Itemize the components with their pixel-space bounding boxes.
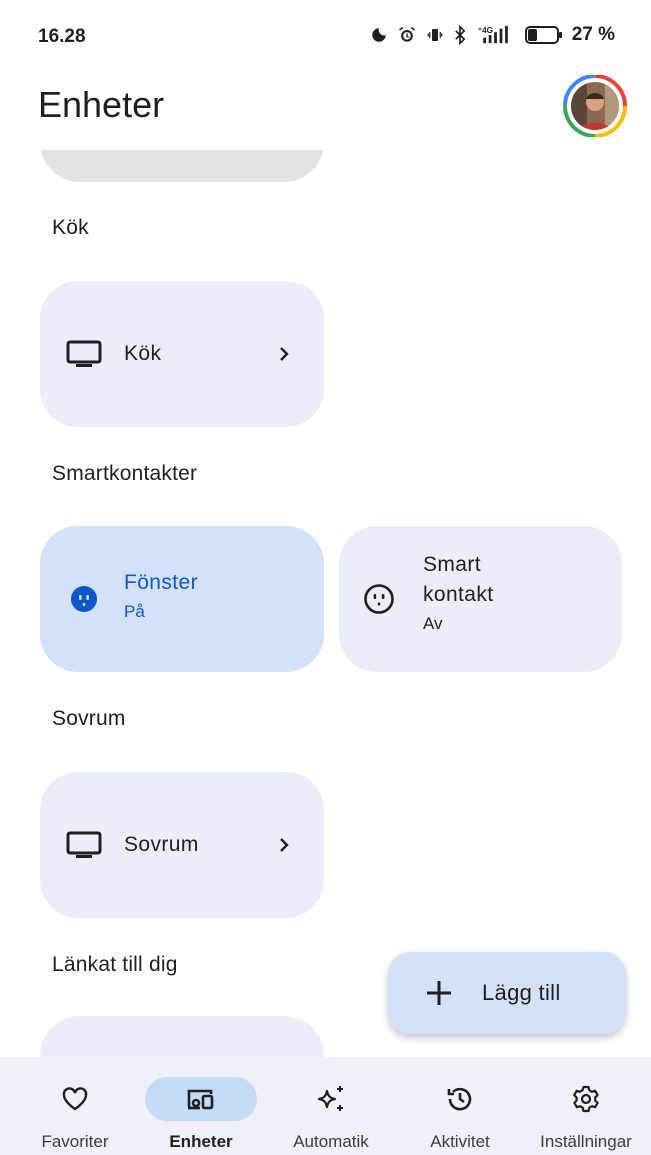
nav-label: Aktivitet bbox=[430, 1132, 490, 1151]
nav-label: Enheter bbox=[169, 1132, 233, 1151]
outlet-on-icon bbox=[66, 581, 102, 617]
account-avatar[interactable] bbox=[557, 74, 633, 138]
room-card-sovrum[interactable]: Sovrum bbox=[40, 772, 324, 918]
room-card-label: Kök bbox=[124, 342, 162, 365]
sparkle-icon bbox=[317, 1086, 343, 1111]
plug-card-smart-kontakt[interactable]: Smart kontakt Av bbox=[339, 526, 622, 672]
nav-item-favoriter[interactable]: Favoriter bbox=[10, 1057, 140, 1155]
nav-pill bbox=[19, 1077, 131, 1121]
battery-percent: 27 % bbox=[571, 24, 615, 45]
gear-icon bbox=[573, 1085, 599, 1113]
plug-card-fonster[interactable]: Fönster På bbox=[40, 526, 324, 672]
chevron-right-icon bbox=[280, 347, 289, 361]
nav-item-enheter[interactable]: Enheter bbox=[136, 1057, 266, 1155]
nav-item-automatik[interactable]: Automatik bbox=[266, 1057, 396, 1155]
history-icon bbox=[447, 1087, 472, 1111]
section-title-kok: Kök bbox=[52, 216, 89, 239]
nav-pill bbox=[275, 1077, 387, 1121]
bluetooth-icon bbox=[454, 25, 466, 45]
plug-name: Fönster bbox=[124, 571, 198, 594]
section-title-linked: Länkat till dig bbox=[52, 953, 178, 976]
nav-pill bbox=[145, 1077, 257, 1121]
section-title-sovrum: Sovrum bbox=[52, 707, 126, 730]
plug-name-line2: kontakt bbox=[423, 583, 494, 606]
signal-4g-icon: ⁺4G bbox=[478, 25, 508, 44]
add-device-button[interactable]: Lägg till bbox=[388, 952, 626, 1034]
chevron-right-icon bbox=[280, 838, 289, 852]
page-title: Enheter bbox=[38, 84, 165, 125]
add-device-label: Lägg till bbox=[482, 980, 561, 1005]
nav-item-installningar[interactable]: Inställningar bbox=[521, 1057, 651, 1155]
vibrate-icon bbox=[427, 29, 443, 41]
alarm-icon bbox=[398, 26, 415, 42]
nav-label: Automatik bbox=[293, 1132, 369, 1151]
plug-state: På bbox=[124, 602, 145, 621]
status-icons: ⁺4G 27 % bbox=[370, 24, 615, 46]
nav-item-aktivitet[interactable]: Aktivitet bbox=[395, 1057, 525, 1155]
section-title-smartkontakter: Smartkontakter bbox=[52, 462, 198, 485]
outlet-off-icon bbox=[361, 581, 397, 617]
room-card-label: Sovrum bbox=[124, 833, 199, 856]
nav-label: Favoriter bbox=[41, 1132, 109, 1151]
nav-pill bbox=[404, 1077, 516, 1121]
status-bar: 16.28 ⁺4G 27 % bbox=[0, 0, 651, 76]
plug-name-line1: Smart bbox=[423, 553, 482, 576]
room-card-kok[interactable]: Kök bbox=[40, 281, 324, 427]
nav-label: Inställningar bbox=[540, 1132, 632, 1151]
bottom-navigation: Favoriter Enheter Automatik Aktivitet In… bbox=[0, 1057, 651, 1155]
devices-icon bbox=[187, 1089, 214, 1110]
plug-state: Av bbox=[423, 614, 443, 633]
tv-icon bbox=[66, 336, 102, 372]
nav-pill bbox=[530, 1077, 642, 1121]
battery-icon bbox=[524, 26, 562, 44]
svg-text:⁺4G: ⁺4G bbox=[478, 26, 493, 35]
moon-icon bbox=[371, 28, 386, 42]
plus-icon bbox=[427, 981, 451, 1005]
heart-icon bbox=[62, 1087, 88, 1111]
tv-icon bbox=[66, 827, 102, 863]
status-time: 16.28 bbox=[38, 26, 86, 47]
